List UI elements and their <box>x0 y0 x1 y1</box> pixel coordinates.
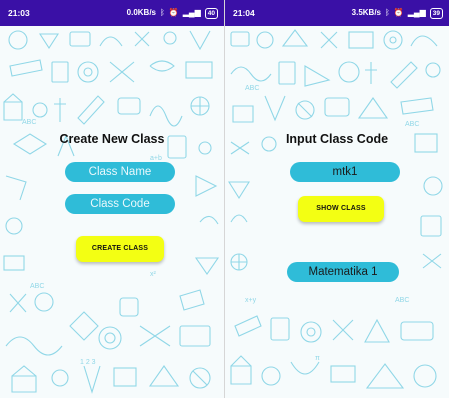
svg-text:ABC: ABC <box>22 119 36 126</box>
show-class-button[interactable]: SHOW CLASS <box>298 196 384 222</box>
svg-text:π: π <box>315 355 320 362</box>
status-bar: 21:04 3.5KB/s ᛒ ⏰ ▂▄▆ 39 <box>225 0 449 26</box>
alarm-icon: ⏰ <box>393 8 404 17</box>
svg-text:ABC: ABC <box>30 283 44 290</box>
status-bar: 21:03 0.0KB/s ᛒ ⏰ ▂▄▆ 40 <box>0 0 224 26</box>
battery-icon: 40 <box>204 7 218 19</box>
svg-text:x+y: x+y <box>245 297 257 304</box>
bluetooth-icon: ᛒ <box>385 8 390 17</box>
svg-text:1 2 3: 1 2 3 <box>80 359 96 366</box>
svg-text:ABC: ABC <box>395 297 409 304</box>
class-code-input[interactable]: mtk1 <box>290 162 400 182</box>
page-title: Input Class Code <box>285 132 389 146</box>
create-class-screen: 21:03 0.0KB/s ᛒ ⏰ ▂▄▆ 40 ABC a+b ABC x² … <box>0 0 224 398</box>
class-code-input[interactable]: Class Code <box>65 194 175 214</box>
svg-text:ABC: ABC <box>405 121 419 128</box>
alarm-icon: ⏰ <box>168 8 179 17</box>
svg-text:a+b: a+b <box>150 155 162 162</box>
status-time: 21:04 <box>233 8 255 18</box>
class-list-item[interactable]: Matematika 1 <box>287 262 399 282</box>
signal-icon: ▂▄▆ <box>182 8 201 17</box>
svg-text:x²: x² <box>150 271 157 278</box>
signal-icon: ▂▄▆ <box>407 8 426 17</box>
page-title: Create New Class <box>59 132 165 146</box>
status-net-speed: 0.0KB/s <box>126 8 156 17</box>
status-net-speed: 3.5KB/s <box>351 8 381 17</box>
create-class-button[interactable]: CREATE CLASS <box>76 236 164 262</box>
bluetooth-icon: ᛒ <box>160 8 165 17</box>
class-name-input[interactable]: Class Name <box>65 162 175 182</box>
battery-icon: 39 <box>429 7 443 19</box>
input-class-code-screen: 21:04 3.5KB/s ᛒ ⏰ ▂▄▆ 39 ABC ABC x+y ABC… <box>225 0 449 398</box>
status-time: 21:03 <box>8 8 30 18</box>
svg-text:ABC: ABC <box>245 85 259 92</box>
